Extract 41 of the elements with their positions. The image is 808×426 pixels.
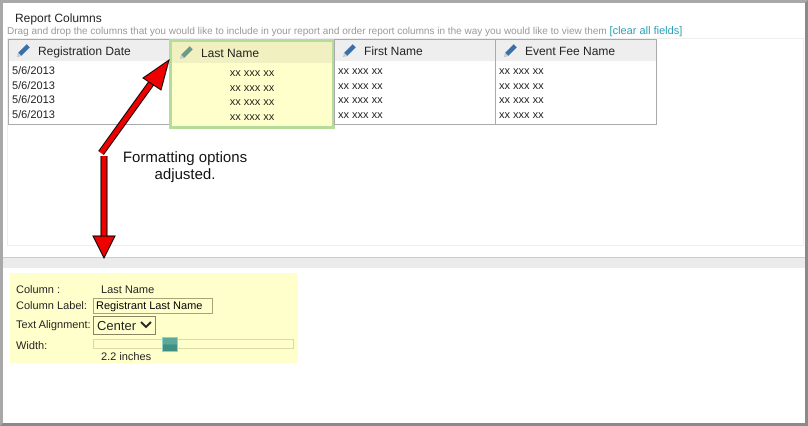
report-column[interactable]: Last Name xx xxx xx xx xxx xx xx xxx xx xx xxx xx [169, 39, 335, 129]
column-header: Last Name [201, 46, 260, 60]
field-label: Column : [16, 284, 62, 296]
report-column[interactable]: Event Fee Name xx xxx xx xx xxx xx xx xxx xx xx xxx xx [495, 39, 657, 125]
table-cell-text: 5/6/2013 [12, 64, 56, 78]
column-header: Event Fee Name [525, 44, 616, 58]
column-name: Last Name [100, 284, 156, 296]
table-cell-text: xx xxx xx [228, 95, 276, 110]
table-cell-text: xx xxx xx [338, 64, 384, 78]
field-label: Text Alignment: [16, 319, 92, 331]
chevron-down-icon [140, 321, 152, 329]
table-cell-text: xx xxx xx [499, 64, 545, 78]
table-cell-text: xx xxx xx [228, 80, 276, 95]
field-label: Column Label: [16, 300, 88, 312]
pencil-icon[interactable] [15, 42, 32, 59]
table-cell-text: 5/6/2013 [12, 78, 56, 93]
table-cell-text: 5/6/2013 [12, 108, 56, 122]
table-cell-text: 5/6/2013 [12, 93, 56, 108]
table-cell-text: xx xxx xx [499, 78, 545, 93]
table-cell-text: xx xxx xx [228, 66, 276, 80]
column-header: Registration Date [38, 44, 131, 58]
column-header: First Name [364, 44, 423, 58]
section-title: Report Columns [15, 11, 103, 25]
slider-thumb[interactable] [162, 336, 178, 352]
alignment-dropdown[interactable]: Center [93, 316, 156, 334]
table-cell-text: xx xxx xx [499, 108, 545, 122]
field-label: Width: [16, 340, 48, 352]
pencil-icon[interactable] [341, 42, 358, 59]
table-cell-text: xx xxx xx [338, 78, 384, 93]
table-cell-text: xx xxx xx [499, 93, 545, 108]
report-column[interactable]: First Name xx xxx xx xx xxx xx xx xxx xx xx xxx xx [334, 39, 496, 125]
table-cell-text: xx xxx xx [228, 110, 276, 124]
pencil-icon[interactable] [502, 42, 519, 59]
pencil-icon[interactable] [178, 44, 195, 61]
column-label-field[interactable]: Registrant Last Name [93, 298, 213, 314]
annotation-text: Formatting options adjusted. [122, 149, 248, 183]
report-column[interactable]: Registration Date 5/6/2013 5/6/2013 5/6/2013 5/6/2013 [8, 39, 170, 125]
instructions: Drag and drop the columns that you would like to include in your report and order report columns in the way you would like to view them [7, 26, 607, 37]
table-cell-text: xx xxx xx [338, 108, 384, 122]
table-cell-text: xx xxx xx [338, 93, 384, 108]
width-reading: 2.2 inches [100, 350, 152, 362]
